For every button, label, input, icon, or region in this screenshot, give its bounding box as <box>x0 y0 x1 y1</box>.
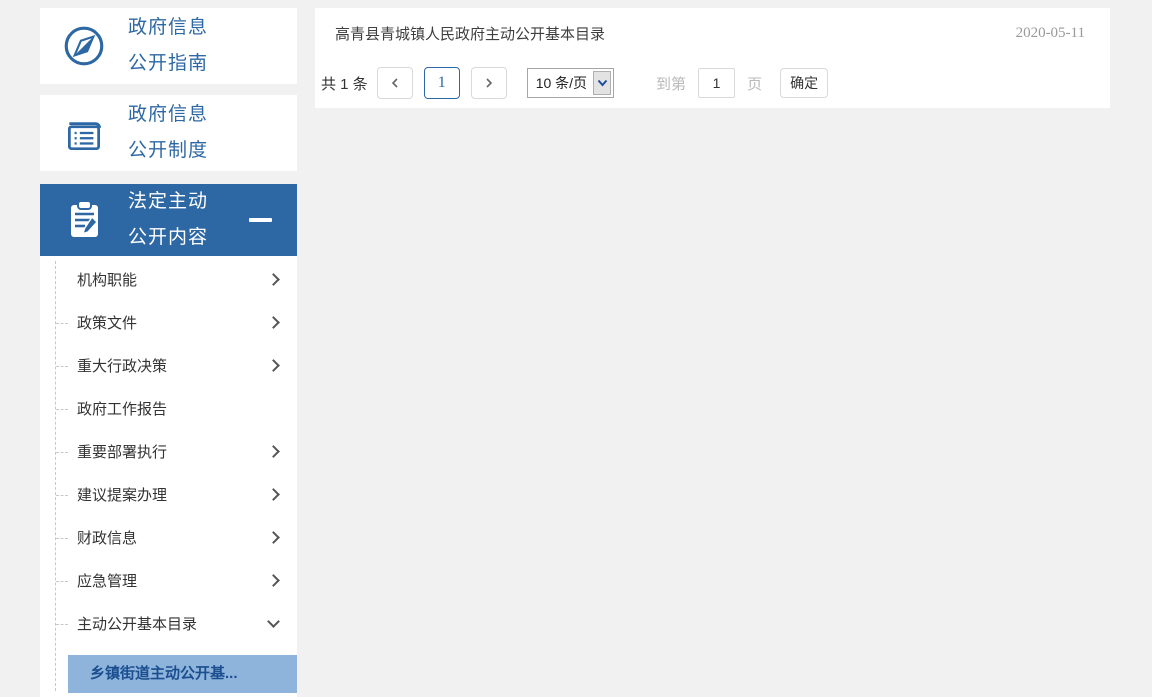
submenu-label: 重大行政决策 <box>77 358 168 375</box>
prev-icon <box>391 78 398 88</box>
chevron-right-icon <box>267 359 280 372</box>
sidebar: 政府信息 公开指南 政府信息 公开制度 法定主动 公开内容 机构职能 政策文件 … <box>40 8 297 697</box>
sidebar-item-guide[interactable]: 政府信息 公开指南 <box>40 8 297 84</box>
submenu-item-fiscal-info[interactable]: 财政信息 <box>40 516 297 559</box>
next-page-button[interactable] <box>470 67 507 99</box>
sidebar-item-legal-label: 法定主动 公开内容 <box>128 191 209 248</box>
submenu-item-deployment-execution[interactable]: 重要部署执行 <box>40 430 297 473</box>
main-content: 高青县青城镇人民政府主动公开基本目录 2020-05-11 共 1 条 1 10… <box>315 8 1110 108</box>
sidebar-submenu: 机构职能 政策文件 重大行政决策 政府工作报告 重要部署执行 建议提案办理 财政… <box>40 256 297 697</box>
submenu-active-child-township-catalog[interactable]: 乡镇街道主动公开基... <box>68 655 297 693</box>
submenu-item-proposals-handling[interactable]: 建议提案办理 <box>40 473 297 516</box>
submenu-item-organization[interactable]: 机构职能 <box>40 258 297 301</box>
page-number-button[interactable]: 1 <box>423 67 460 99</box>
page: 政府信息 公开指南 政府信息 公开制度 法定主动 公开内容 机构职能 政策文件 … <box>0 0 1152 697</box>
submenu-item-basic-catalog[interactable]: 主动公开基本目录 <box>40 602 297 645</box>
chevron-right-icon <box>267 574 280 587</box>
compass-icon <box>40 23 128 69</box>
book-icon <box>40 110 128 156</box>
sidebar-item-guide-label: 政府信息 公开指南 <box>128 17 209 74</box>
goto-suffix-label: 页 <box>747 75 763 93</box>
chevron-down-icon <box>267 614 280 628</box>
submenu-item-work-report[interactable]: 政府工作报告 <box>40 387 297 430</box>
chevron-right-icon <box>267 316 280 329</box>
select-arrow-icon <box>593 71 612 95</box>
page-size-select[interactable]: 10 条/页 <box>526 68 615 98</box>
submenu-label: 政策文件 <box>77 315 138 332</box>
clipboard-pencil-icon <box>40 197 128 243</box>
page-size-value: 10 条/页 <box>535 75 588 91</box>
sidebar-item-legal-disclosure[interactable]: 法定主动 公开内容 <box>40 184 297 256</box>
submenu-item-policy-documents[interactable]: 政策文件 <box>40 301 297 344</box>
chevron-right-icon <box>267 445 280 458</box>
submenu-label: 机构职能 <box>77 272 138 289</box>
submenu-label: 应急管理 <box>77 573 138 590</box>
list-item-title[interactable]: 高青县青城镇人民政府主动公开基本目录 <box>335 23 605 44</box>
collapse-minus-icon[interactable] <box>249 218 272 222</box>
chevron-right-icon <box>267 531 280 544</box>
total-count-label: 共 1 条 <box>321 75 368 93</box>
submenu-label: 政府工作报告 <box>77 401 168 418</box>
goto-page-group: 到第 页 <box>656 68 762 98</box>
submenu-item-major-decisions[interactable]: 重大行政决策 <box>40 344 297 387</box>
sidebar-item-system-label: 政府信息 公开制度 <box>128 104 209 161</box>
goto-prefix-label: 到第 <box>656 75 687 93</box>
list-item-date: 2020-05-11 <box>1015 24 1085 41</box>
pagination-bar: 共 1 条 1 10 条/页 到第 1 页 确定 <box>315 58 1110 108</box>
confirm-button[interactable]: 确定 <box>780 68 829 98</box>
chevron-right-icon <box>267 273 280 286</box>
chevron-right-icon <box>267 488 280 501</box>
submenu-label: 财政信息 <box>77 530 138 547</box>
submenu-label: 主动公开基本目录 <box>77 616 198 633</box>
goto-page-input[interactable] <box>698 68 736 98</box>
sidebar-item-system[interactable]: 政府信息 公开制度 <box>40 95 297 171</box>
active-child-label: 乡镇街道主动公开基... <box>90 665 238 682</box>
next-icon <box>486 78 492 88</box>
list-row: 高青县青城镇人民政府主动公开基本目录 2020-05-11 <box>315 8 1110 58</box>
submenu-label: 重要部署执行 <box>77 444 168 461</box>
submenu-label: 建议提案办理 <box>77 487 168 504</box>
submenu-item-emergency-management[interactable]: 应急管理 <box>40 559 297 602</box>
prev-page-button[interactable] <box>376 67 413 99</box>
